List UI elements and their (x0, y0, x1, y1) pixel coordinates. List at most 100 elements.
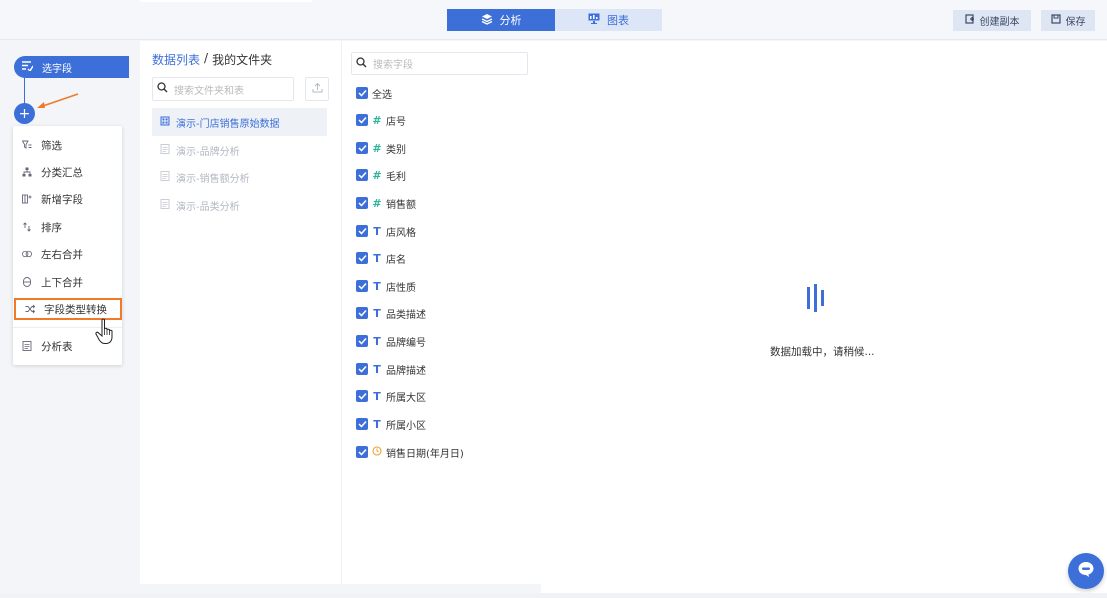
breadcrumb-root-link[interactable]: 数据列表 (152, 51, 200, 68)
hand-pointer-icon (95, 318, 113, 344)
customer-service-button[interactable] (1068, 553, 1104, 589)
select-all-checkbox[interactable]: 全选 (356, 86, 392, 101)
field-label: 所属小区 (386, 420, 426, 432)
add-column-icon (22, 194, 32, 204)
dataset-search-input[interactable]: 搜索文件夹和表 (152, 77, 294, 101)
menu-item-top-bottom-union[interactable]: 上下合并 (13, 271, 122, 293)
step-connector (24, 78, 25, 106)
save-icon (1050, 14, 1061, 27)
text-type-icon: T (373, 389, 381, 403)
document-icon (160, 143, 170, 157)
field-item[interactable]: T 所属小区 (356, 417, 426, 432)
text-type-icon: T (373, 334, 381, 348)
menu-item-label: 筛选 (41, 139, 62, 152)
layers-icon (481, 13, 493, 28)
tab-chart[interactable]: 图表 (555, 9, 662, 31)
field-item[interactable]: T 品牌描述 (356, 362, 426, 377)
menu-item-field-type-convert[interactable]: 字段类型转换 (14, 298, 122, 320)
menu-item-new-field[interactable]: 新增字段 (13, 188, 122, 210)
annotation-arrow-icon (37, 93, 79, 108)
checkbox-checked-icon (356, 335, 368, 347)
field-label: 店性质 (386, 282, 416, 294)
checkbox-checked-icon (356, 390, 368, 402)
field-label: 所属大区 (386, 392, 426, 404)
search-icon (157, 82, 168, 96)
field-item[interactable]: # 毛利 (356, 168, 406, 183)
copy-icon (964, 14, 975, 27)
menu-item-label: 上下合并 (41, 276, 83, 289)
chat-bubble-icon (1077, 561, 1095, 581)
field-item[interactable]: # 类别 (356, 141, 406, 156)
tab-analysis[interactable]: 分析 (447, 9, 555, 31)
join-icon (22, 249, 32, 259)
document-icon (160, 170, 170, 184)
checkbox-checked-icon (356, 169, 368, 181)
number-type-icon: # (372, 113, 382, 127)
document-icon (160, 198, 170, 212)
number-type-icon: # (372, 196, 382, 210)
field-item[interactable]: T 店名 (356, 251, 406, 266)
checkbox-checked-icon (356, 252, 368, 264)
field-item[interactable]: T 店风格 (356, 224, 416, 239)
save-button[interactable]: 保存 (1041, 10, 1095, 31)
text-type-icon: T (373, 417, 381, 431)
menu-item-left-right-join[interactable]: 左右合并 (13, 243, 122, 265)
menu-item-filter[interactable]: 筛选 (13, 134, 122, 156)
field-item[interactable]: T 品牌编号 (356, 334, 426, 349)
number-type-icon: # (372, 141, 382, 155)
dataset-search-placeholder: 搜索文件夹和表 (174, 85, 244, 97)
field-item[interactable]: # 店号 (356, 113, 406, 128)
top-accent-line (140, 0, 312, 2)
field-list-icon (22, 60, 34, 74)
plus-icon: + (18, 105, 31, 122)
checkbox-checked-icon (356, 418, 368, 430)
create-copy-button[interactable]: 创建副本 (953, 10, 1031, 31)
monitor-icon (588, 13, 600, 27)
checkbox-checked-icon (356, 197, 368, 209)
breadcrumb-separator: / (204, 51, 209, 65)
field-label: 品牌编号 (386, 337, 426, 349)
dataset-item[interactable]: 演示-品类分析 (152, 191, 327, 219)
loading-spinner-icon (807, 284, 824, 312)
shuffle-icon (25, 304, 35, 314)
field-search-placeholder: 搜索字段 (373, 60, 413, 71)
field-label: 店号 (386, 116, 406, 128)
dataset-item[interactable]: 演示-品牌分析 (152, 136, 327, 164)
dataset-item[interactable]: 演示-门店销售原始数据 (152, 108, 327, 136)
menu-item-group-summary[interactable]: 分类汇总 (13, 161, 122, 183)
field-label: 销售额 (386, 199, 416, 211)
field-label: 店名 (386, 254, 406, 266)
tab-chart-label: 图表 (607, 14, 629, 27)
menu-item-sort[interactable]: 排序 (13, 216, 122, 238)
field-item[interactable]: 销售日期(年月日) (356, 445, 464, 460)
checkbox-checked-icon (356, 225, 368, 237)
upload-button[interactable] (305, 77, 329, 101)
dataset-item[interactable]: 演示-销售额分析 (152, 163, 327, 191)
breadcrumb-current: 我的文件夹 (212, 53, 273, 67)
dataset-table-icon (160, 116, 170, 129)
menu-item-label: 新增字段 (41, 193, 83, 206)
field-item[interactable]: # 销售额 (356, 196, 416, 211)
add-step-button[interactable]: + (14, 103, 35, 124)
menu-item-label: 排序 (41, 221, 62, 234)
field-search-input[interactable]: 搜索字段 (351, 52, 528, 75)
field-item[interactable]: T 品类描述 (356, 306, 426, 321)
step-select-fields[interactable]: 选字段 (14, 56, 129, 78)
loading-text: 数据加载中，请稍候... (770, 346, 875, 358)
dataset-item-label: 演示-门店销售原始数据 (176, 118, 280, 130)
dataset-item-label: 演示-品牌分析 (176, 146, 240, 158)
search-icon (356, 56, 367, 71)
preview-area: 数据加载中，请稍候... (541, 41, 1107, 593)
bottom-strip (0, 593, 1107, 598)
data-list-panel: 数据列表 / 我的文件夹 搜索文件夹和表 演示-门店销售原始数据 演示-品牌分析… (140, 41, 341, 584)
field-list-panel: 搜索字段 全选 # 店号 # 类别 # 毛利 # 销售额 T 店风格 T 店名 … (341, 41, 541, 584)
step-label: 选字段 (42, 63, 72, 75)
field-item[interactable]: T 店性质 (356, 279, 416, 294)
create-copy-label: 创建副本 (979, 17, 1020, 28)
dataset-item-label: 演示-品类分析 (176, 201, 240, 213)
field-label: 品牌描述 (386, 365, 426, 377)
field-item[interactable]: T 所属大区 (356, 389, 426, 404)
field-label: 店风格 (386, 227, 416, 239)
clock-icon (372, 445, 382, 459)
text-type-icon: T (373, 251, 381, 265)
